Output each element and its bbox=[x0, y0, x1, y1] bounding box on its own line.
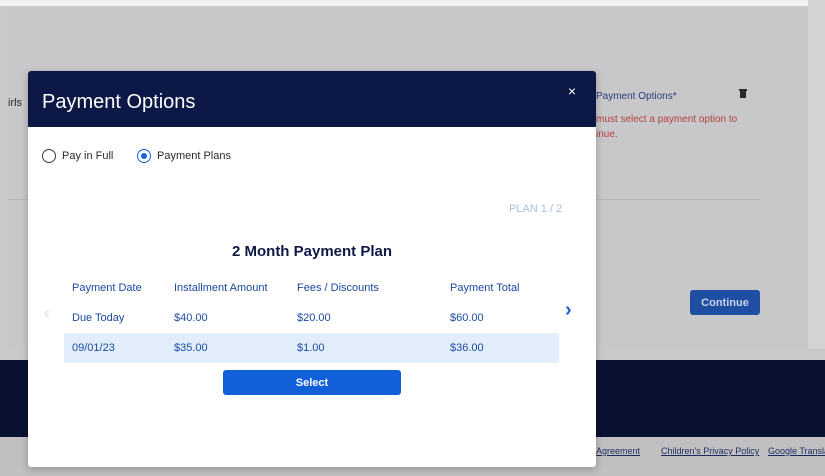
footer-link-childrens-privacy-policy[interactable]: Children's Privacy Policy bbox=[661, 446, 759, 456]
chevron-left-icon[interactable]: ‹ bbox=[44, 303, 50, 324]
divider bbox=[8, 199, 28, 200]
column-header: Fees / Discounts bbox=[297, 282, 379, 294]
table-row: 09/01/23 $35.00 $1.00 $36.00 bbox=[64, 333, 559, 363]
continue-button[interactable]: Continue bbox=[690, 290, 760, 315]
installment-amount-cell: $40.00 bbox=[174, 312, 208, 324]
modal-title: Payment Options bbox=[42, 91, 196, 113]
divider bbox=[596, 199, 760, 200]
column-header: Payment Date bbox=[72, 282, 142, 294]
page-gutter bbox=[808, 0, 825, 349]
table-header-row: Payment Date Installment Amount Fees / D… bbox=[64, 273, 559, 303]
payment-options-modal: Payment Options × Pay in Full Payment Pl… bbox=[28, 71, 596, 467]
column-header: Payment Total bbox=[450, 282, 520, 294]
modal-header: Payment Options × bbox=[28, 71, 596, 127]
chevron-right-icon[interactable]: › bbox=[565, 299, 572, 322]
payment-date-cell: 09/01/23 bbox=[72, 342, 115, 354]
table-row: Due Today $40.00 $20.00 $60.00 bbox=[64, 303, 559, 333]
radio-label: Pay in Full bbox=[62, 150, 114, 162]
fees-discounts-cell: $20.00 bbox=[297, 312, 331, 324]
payment-total-cell: $36.00 bbox=[450, 342, 484, 354]
installment-amount-cell: $35.00 bbox=[174, 342, 208, 354]
payment-plans-option[interactable]: Payment Plans bbox=[137, 149, 231, 163]
payment-options-label: Payment Options* bbox=[596, 91, 677, 102]
item-name-text: irls bbox=[8, 97, 23, 109]
footer-link-agreement[interactable]: Agreement bbox=[596, 446, 640, 456]
payment-date-cell: Due Today bbox=[72, 312, 125, 324]
plan-title: 2 Month Payment Plan bbox=[231, 243, 393, 260]
select-plan-button[interactable]: Select bbox=[223, 370, 401, 395]
page-top-strip bbox=[0, 0, 808, 6]
radio-unchecked-icon[interactable] bbox=[42, 149, 56, 163]
payment-option-error: must select a payment option to inue. bbox=[596, 114, 738, 140]
payment-schedule-table: Payment Date Installment Amount Fees / D… bbox=[64, 273, 559, 363]
plan-counter: PLAN 1 / 2 bbox=[509, 203, 563, 215]
payment-total-cell: $60.00 bbox=[450, 312, 484, 324]
fees-discounts-cell: $1.00 bbox=[297, 342, 325, 354]
footer-link-google-translate[interactable]: Google Translat bbox=[768, 446, 825, 456]
radio-label: Payment Plans bbox=[157, 150, 231, 162]
trash-icon[interactable] bbox=[739, 89, 747, 98]
pay-in-full-option[interactable]: Pay in Full bbox=[42, 149, 113, 163]
radio-checked-icon[interactable] bbox=[137, 149, 151, 163]
column-header: Installment Amount bbox=[174, 282, 268, 294]
close-icon[interactable]: × bbox=[564, 83, 580, 99]
